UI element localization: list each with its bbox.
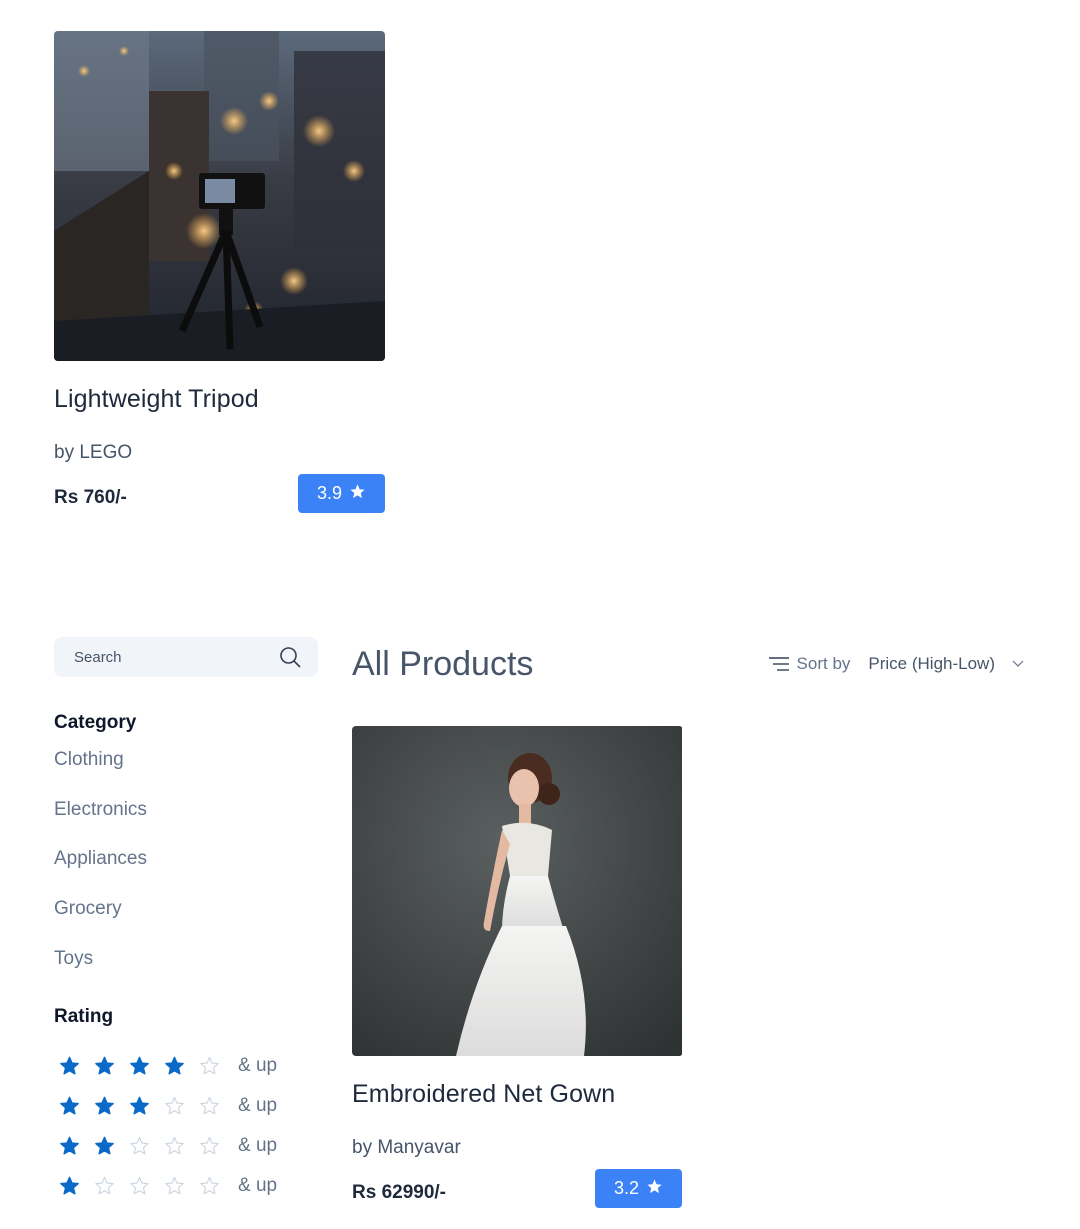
star-filled-icon: [58, 1095, 81, 1118]
star-empty-icon: [93, 1175, 116, 1198]
star-filled-icon: [93, 1135, 116, 1158]
products-header: All Products Sort by Price (High-Low): [352, 637, 1024, 691]
star-filled-icon: [128, 1055, 151, 1078]
category-item-appliances[interactable]: Appliances: [54, 847, 318, 897]
sort-dropdown[interactable]: Sort by Price (High-Low): [768, 654, 1024, 674]
star-empty-icon: [198, 1175, 221, 1198]
rating-badge: 3.2: [595, 1169, 682, 1208]
product-brand: by Manyavar: [352, 1137, 461, 1158]
star-empty-icon: [198, 1055, 221, 1078]
rating-filter-2-up[interactable]: & up: [54, 1126, 318, 1166]
star-filled-icon: [93, 1095, 116, 1118]
star-icon: [646, 1178, 663, 1200]
rating-stars: [58, 1095, 221, 1118]
star-filled-icon: [58, 1135, 81, 1158]
sort-icon: [768, 656, 790, 672]
gown-photo: [352, 726, 682, 1056]
rating-badge: 3.9: [298, 474, 385, 513]
and-up-label: & up: [238, 1135, 278, 1157]
rating-filter-list: & up & up & up & up: [54, 1046, 318, 1206]
star-empty-icon: [198, 1095, 221, 1118]
star-filled-icon: [93, 1055, 116, 1078]
star-filled-icon: [58, 1055, 81, 1078]
gown-product-image[interactable]: [352, 726, 683, 1056]
rating-stars: [58, 1055, 221, 1078]
product-title: Embroidered Net Gown: [352, 1080, 616, 1108]
product-footer: Rs 760/- 3.9: [54, 474, 385, 513]
star-empty-icon: [163, 1175, 186, 1198]
category-list: Clothing Electronics Appliances Grocery …: [54, 748, 318, 996]
sort-label: Sort by: [796, 654, 851, 673]
and-up-label: & up: [238, 1055, 278, 1077]
category-item-electronics[interactable]: Electronics: [54, 798, 318, 848]
search-icon[interactable]: [278, 645, 302, 669]
product-price: Rs 760/-: [54, 486, 127, 508]
rating-filter-1-up[interactable]: & up: [54, 1166, 318, 1206]
search-input[interactable]: [74, 648, 254, 666]
rating-stars: [58, 1135, 221, 1158]
product-card[interactable]: Embroidered Net Gown by Manyavar Rs 6299…: [352, 726, 682, 1208]
and-up-label: & up: [238, 1175, 278, 1197]
rating-stars: [58, 1175, 221, 1198]
chevron-down-icon[interactable]: [995, 660, 1024, 668]
category-item-clothing[interactable]: Clothing: [54, 748, 318, 798]
rating-heading: Rating: [54, 1006, 114, 1028]
star-filled-icon: [58, 1175, 81, 1198]
star-empty-icon: [128, 1175, 151, 1198]
star-icon: [349, 483, 366, 505]
rating-filter-4-up[interactable]: & up: [54, 1046, 318, 1086]
rating-value: 3.9: [316, 483, 343, 503]
star-filled-icon: [163, 1055, 186, 1078]
filters-sidebar: Category Clothing Electronics Appliances…: [54, 637, 318, 1206]
star-filled-icon: [128, 1095, 151, 1118]
star-empty-icon: [198, 1135, 221, 1158]
product-brand: by LEGO: [54, 442, 133, 463]
products-main: All Products Sort by Price (High-Low) Em…: [352, 637, 1024, 1208]
and-up-label: & up: [238, 1095, 278, 1117]
category-heading: Category: [54, 712, 137, 733]
star-empty-icon: [128, 1135, 151, 1158]
featured-product-card[interactable]: Lightweight Tripod by LEGO Rs 760/- 3.9: [54, 31, 385, 513]
page-title: All Products: [352, 644, 534, 683]
rating-value: 3.2: [613, 1178, 640, 1198]
tripod-photo: [54, 31, 385, 361]
rating-filter-3-up[interactable]: & up: [54, 1086, 318, 1126]
product-price: Rs 62990/-: [352, 1181, 447, 1203]
category-item-toys[interactable]: Toys: [54, 947, 318, 997]
star-empty-icon: [163, 1135, 186, 1158]
sort-value[interactable]: Price (High-Low): [868, 654, 995, 674]
star-empty-icon: [163, 1095, 186, 1118]
search-box[interactable]: [54, 637, 318, 677]
category-item-grocery[interactable]: Grocery: [54, 897, 318, 947]
product-footer: Rs 62990/- 3.2: [352, 1169, 682, 1208]
tripod-product-image[interactable]: [54, 31, 385, 361]
product-title: Lightweight Tripod: [54, 385, 259, 413]
